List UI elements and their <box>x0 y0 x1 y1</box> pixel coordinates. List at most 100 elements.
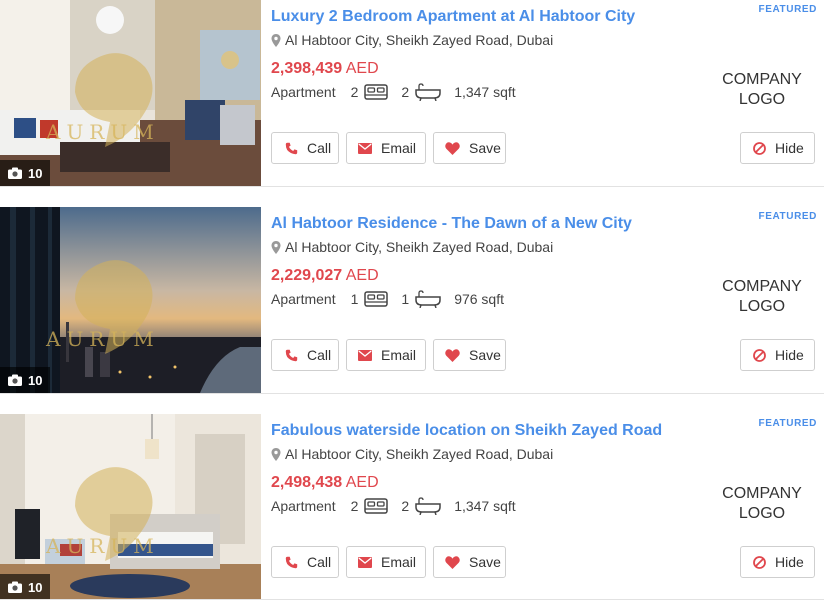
ban-icon <box>753 141 766 155</box>
camera-icon <box>8 581 22 593</box>
listing-price: 2,498,438 AED <box>271 474 379 492</box>
featured-badge: FEATURED <box>758 211 817 222</box>
email-button[interactable]: Email <box>346 546 426 578</box>
save-label: Save <box>469 140 501 156</box>
call-label: Call <box>307 347 332 363</box>
email-label: Email <box>381 347 417 363</box>
aurum-watermark-icon <box>75 467 153 561</box>
area: 976 sqft <box>454 291 505 307</box>
photo-count-badge[interactable]: 10 <box>0 367 51 393</box>
map-pin-icon <box>271 33 281 47</box>
bedroom-count: 1 <box>350 291 359 307</box>
bed-icon <box>364 291 389 307</box>
listing-location: Al Habtoor City, Sheikh Zayed Road, Duba… <box>271 32 553 48</box>
watermark-text: AURUM <box>46 120 160 144</box>
bathroom-count: 2 <box>401 498 410 514</box>
aurum-watermark-icon <box>75 53 153 147</box>
envelope-icon <box>358 349 372 361</box>
listing-location: Al Habtoor City, Sheikh Zayed Road, Duba… <box>271 239 553 255</box>
listing-card: AURUM 10 Al Habtoor Residence - The Dawn… <box>0 207 824 393</box>
save-label: Save <box>469 347 501 363</box>
company-logo: COMPANY LOGO <box>700 484 824 524</box>
phone-icon <box>285 556 298 568</box>
price-value: 2,229,027 <box>271 267 343 284</box>
photo-count-badge[interactable]: 10 <box>0 574 51 600</box>
bedroom-count: 2 <box>350 498 359 514</box>
area: 1,347 sqft <box>454 498 516 514</box>
listing-price: 2,229,027 AED <box>271 267 379 285</box>
hide-button[interactable]: Hide <box>740 546 815 578</box>
call-button[interactable]: Call <box>271 546 339 578</box>
hide-label: Hide <box>775 554 804 570</box>
featured-badge: FEATURED <box>758 418 817 429</box>
company-logo: COMPANY LOGO <box>700 277 824 317</box>
email-label: Email <box>381 140 417 156</box>
listing-title[interactable]: Luxury 2 Bedroom Apartment at Al Habtoor… <box>271 8 635 26</box>
company-logo-line: COMPANY <box>722 71 802 88</box>
featured-badge: FEATURED <box>758 4 817 15</box>
bathtub-icon <box>415 290 441 308</box>
listing-card: AURUM 10 Fabulous waterside location on … <box>0 414 824 600</box>
envelope-icon <box>358 556 372 568</box>
ban-icon <box>753 348 766 362</box>
listing-title[interactable]: Fabulous waterside location on Sheikh Za… <box>271 422 662 440</box>
call-label: Call <box>307 554 332 570</box>
bathroom-count: 2 <box>401 84 410 100</box>
company-logo-line: COMPANY <box>722 278 802 295</box>
call-button[interactable]: Call <box>271 132 339 164</box>
camera-icon <box>8 374 22 386</box>
listing-title[interactable]: Al Habtoor Residence - The Dawn of a New… <box>271 215 632 233</box>
company-logo-line: LOGO <box>738 91 786 108</box>
call-button[interactable]: Call <box>271 339 339 371</box>
hide-label: Hide <box>775 140 804 156</box>
heart-icon <box>445 555 460 569</box>
aurum-watermark-icon <box>75 260 153 354</box>
location-text: Al Habtoor City, Sheikh Zayed Road, Duba… <box>285 239 554 255</box>
listing-card: AURUM 10 Luxury 2 Bedroom Apartment at A… <box>0 0 824 186</box>
listing-divider <box>0 393 824 394</box>
bathtub-icon <box>415 497 441 515</box>
bathtub-icon <box>415 83 441 101</box>
company-logo-line: COMPANY <box>722 485 802 502</box>
listing-photo[interactable]: AURUM 10 <box>0 207 261 393</box>
call-label: Call <box>307 140 332 156</box>
hide-button[interactable]: Hide <box>740 132 815 164</box>
photo-count-badge[interactable]: 10 <box>0 160 51 186</box>
location-text: Al Habtoor City, Sheikh Zayed Road, Duba… <box>285 446 554 462</box>
email-label: Email <box>381 554 417 570</box>
camera-icon <box>8 167 22 179</box>
watermark-text: AURUM <box>46 327 160 351</box>
property-type: Apartment <box>271 291 336 307</box>
phone-icon <box>285 142 298 154</box>
phone-icon <box>285 349 298 361</box>
listing-specs: Apartment 1 1 976 sqft <box>271 290 504 308</box>
watermark-text: AURUM <box>46 534 160 558</box>
listing-photo[interactable]: AURUM 10 <box>0 0 261 186</box>
property-type: Apartment <box>271 84 336 100</box>
price-currency: AED <box>345 474 379 491</box>
listing-divider <box>0 186 824 187</box>
hide-label: Hide <box>775 347 804 363</box>
listing-location: Al Habtoor City, Sheikh Zayed Road, Duba… <box>271 446 553 462</box>
save-button[interactable]: Save <box>433 546 506 578</box>
bedroom-count: 2 <box>350 84 359 100</box>
email-button[interactable]: Email <box>346 132 426 164</box>
property-type: Apartment <box>271 498 336 514</box>
save-button[interactable]: Save <box>433 339 506 371</box>
company-logo-line: LOGO <box>738 298 786 315</box>
save-button[interactable]: Save <box>433 132 506 164</box>
bed-icon <box>364 498 389 514</box>
listing-photo[interactable]: AURUM 10 <box>0 414 261 600</box>
heart-icon <box>445 141 460 155</box>
photo-count: 10 <box>28 579 43 595</box>
listing-specs: Apartment 2 2 1,347 sqft <box>271 497 516 515</box>
save-label: Save <box>469 554 501 570</box>
listing-specs: Apartment 2 2 1,347 sqft <box>271 83 516 101</box>
hide-button[interactable]: Hide <box>740 339 815 371</box>
bed-icon <box>364 84 389 100</box>
map-pin-icon <box>271 447 281 461</box>
email-button[interactable]: Email <box>346 339 426 371</box>
envelope-icon <box>358 142 372 154</box>
photo-count: 10 <box>28 372 43 388</box>
company-logo-line: LOGO <box>738 505 786 522</box>
